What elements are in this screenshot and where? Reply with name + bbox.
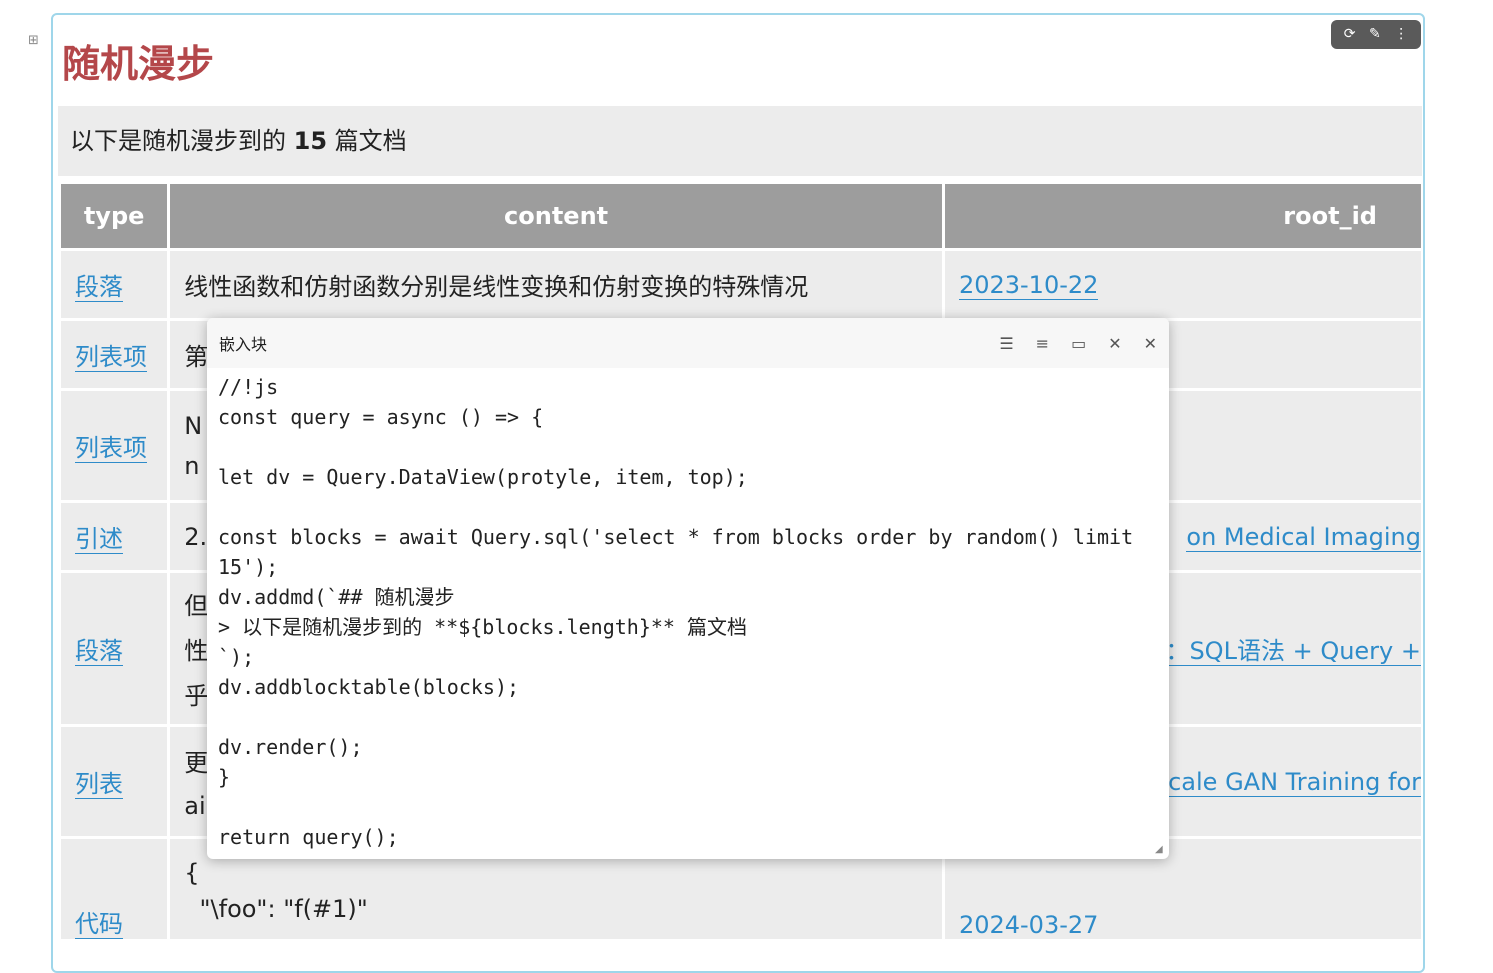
root-link[interactable]: 2023-10-22 bbox=[958, 270, 1099, 300]
root-link[interactable]: ：SQL语法 + Query + bbox=[1165, 637, 1421, 666]
block-toolbar: ⟳ ✎ ⋮ bbox=[1331, 20, 1421, 49]
close-icon[interactable]: ✕ bbox=[1144, 334, 1157, 353]
header-root-id: root_id bbox=[944, 184, 1421, 248]
type-link[interactable]: 列表项 bbox=[75, 434, 147, 463]
edit-icon[interactable]: ✎ bbox=[1369, 20, 1381, 49]
popup-actions: ☰ ≡ ▭ ✕ ✕ bbox=[999, 334, 1157, 353]
more-icon[interactable]: ⋮ bbox=[1394, 20, 1408, 49]
refresh-icon[interactable]: ⟳ bbox=[1344, 20, 1356, 49]
root-link[interactable]: 2024-03-27 bbox=[958, 911, 1099, 939]
type-link[interactable]: 段落 bbox=[75, 637, 123, 666]
content-cell: 线性函数和仿射函数分别是线性变换和仿射变换的特殊情况 bbox=[170, 251, 942, 318]
type-link[interactable]: 列表 bbox=[75, 770, 123, 799]
resize-handle-icon[interactable]: ◢ bbox=[1155, 845, 1165, 855]
header-content: content bbox=[170, 184, 942, 248]
type-link[interactable]: 段落 bbox=[75, 273, 123, 302]
type-link[interactable]: 代码 bbox=[75, 910, 123, 939]
popup-header: 嵌入块 ☰ ≡ ▭ ✕ ✕ bbox=[207, 318, 1169, 368]
image-icon[interactable]: ▭ bbox=[1071, 334, 1086, 353]
root-link[interactable]: cale GAN Training for bbox=[1168, 767, 1421, 797]
popup-title: 嵌入块 bbox=[219, 335, 268, 354]
type-link[interactable]: 引述 bbox=[75, 525, 123, 554]
header-type: type bbox=[61, 184, 168, 248]
quote-prefix: 以下是随机漫步到的 bbox=[70, 127, 294, 155]
code-editor[interactable]: //!js const query = async () => { let dv… bbox=[207, 368, 1169, 856]
embed-popup: 嵌入块 ☰ ≡ ▭ ✕ ✕ //!js const query = async … bbox=[207, 318, 1169, 859]
root-link[interactable]: on Medical Imaging bbox=[1186, 522, 1421, 552]
quote-suffix: 篇文档 bbox=[327, 127, 407, 155]
summary-quote: 以下是随机漫步到的 15 篇文档 bbox=[58, 106, 1422, 176]
quote-count: 15 bbox=[293, 127, 328, 155]
expand-icon[interactable]: ≡ bbox=[1036, 334, 1049, 353]
content-line: { bbox=[184, 859, 200, 887]
pin-icon[interactable]: ✕ bbox=[1108, 334, 1121, 353]
table-row: 段落 线性函数和仿射函数分别是线性变换和仿射变换的特殊情况 2023-10-22 bbox=[61, 251, 1421, 318]
gutter-menu-icon[interactable]: ⊞ bbox=[28, 32, 46, 50]
page-title: 随机漫步 bbox=[62, 42, 215, 86]
content-line: "\foo": "f(#1)" bbox=[184, 895, 368, 923]
type-link[interactable]: 列表项 bbox=[75, 343, 147, 372]
collapse-icon[interactable]: ☰ bbox=[999, 334, 1013, 353]
